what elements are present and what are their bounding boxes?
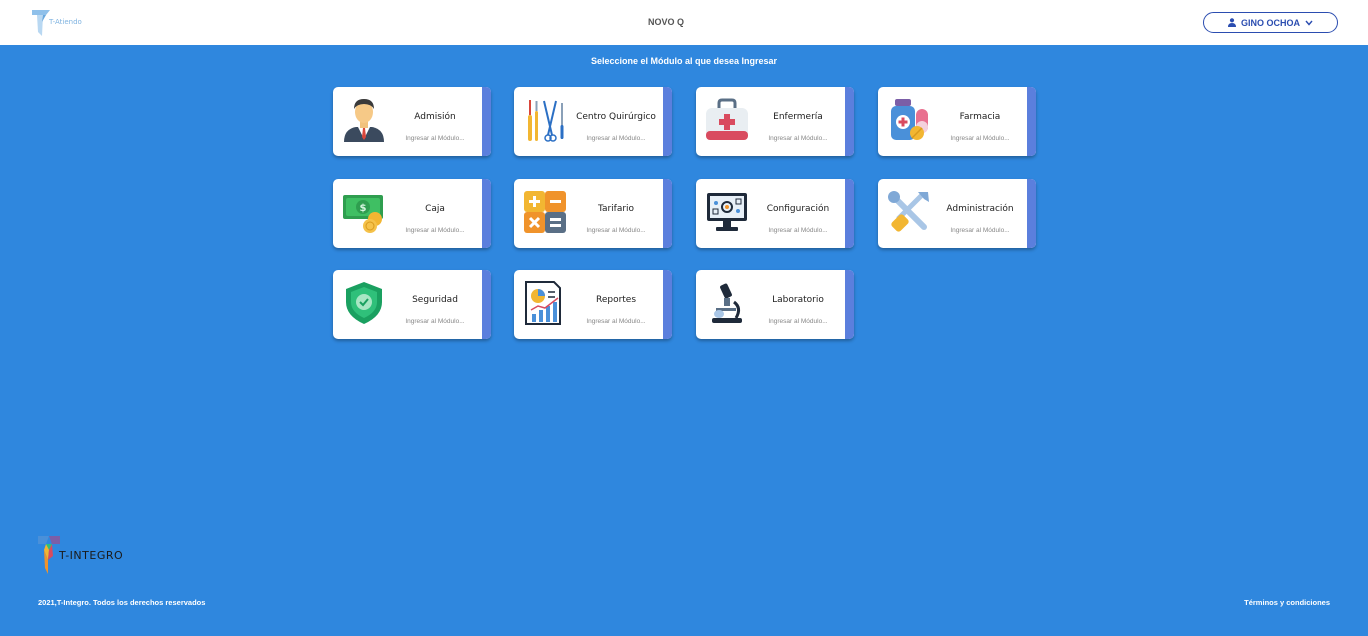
module-card-seguridad[interactable]: Seguridad Ingresar al Módulo... <box>333 270 491 339</box>
module-title: Admisión <box>414 112 456 122</box>
user-icon <box>1227 18 1236 27</box>
chevron-down-icon <box>1305 20 1313 26</box>
report-icon <box>525 281 561 325</box>
money-icon: $ <box>343 195 383 233</box>
module-title: Tarifario <box>597 204 635 214</box>
card-accent-stripe <box>1027 179 1036 248</box>
card-accent-stripe <box>482 179 491 248</box>
module-card-reportes[interactable]: Reportes Ingresar al Módulo... <box>514 270 672 339</box>
module-card-administracion[interactable]: Administración Ingresar al Módulo... <box>878 179 1036 248</box>
module-card-centro-quirurgico[interactable]: Centro Quirúrgico Ingresar al Módulo... <box>514 87 672 156</box>
module-card-admision[interactable]: Admisión Ingresar al Módulo... <box>333 87 491 156</box>
module-title: Reportes <box>595 295 637 305</box>
module-instruction: Seleccione el Módulo al que desea Ingres… <box>590 56 778 66</box>
card-accent-stripe <box>845 179 854 248</box>
module-subtitle: Ingresar al Módulo... <box>586 318 646 325</box>
module-subtitle: Ingresar al Módulo... <box>586 135 646 142</box>
module-subtitle: Ingresar al Módulo... <box>768 227 828 234</box>
module-card-configuracion[interactable]: Configuración Ingresar al Módulo... <box>696 179 854 248</box>
card-accent-stripe <box>482 87 491 156</box>
module-title: Laboratorio <box>772 295 824 305</box>
app-title: NOVO Q <box>647 17 684 27</box>
medicine-icon <box>891 99 928 140</box>
user-name: GINO OCHOA <box>1240 17 1300 28</box>
card-accent-stripe <box>663 270 672 339</box>
module-title: Farmacia <box>959 112 1001 122</box>
module-title: Centro Quirúrgico <box>576 112 656 122</box>
tools-icon <box>888 191 929 232</box>
module-subtitle: Ingresar al Módulo... <box>768 318 828 325</box>
module-subtitle: Ingresar al Módulo... <box>405 227 465 234</box>
terms-link[interactable]: Términos y condiciones <box>1244 598 1330 607</box>
module-card-enfermeria[interactable]: Enfermería Ingresar al Módulo... <box>696 87 854 156</box>
first-aid-kit-icon <box>706 98 748 140</box>
businessman-icon <box>344 99 384 142</box>
module-title: Caja <box>425 204 445 214</box>
card-accent-stripe <box>1027 87 1036 156</box>
module-subtitle: Ingresar al Módulo... <box>768 135 828 142</box>
module-subtitle: Ingresar al Módulo... <box>405 318 465 325</box>
svg-text:$: $ <box>360 203 367 214</box>
module-title: Configuración <box>766 204 830 214</box>
t-integro-logo-icon <box>38 536 60 574</box>
surgical-tools-icon <box>528 100 564 142</box>
brand-name: T-INTEGRO <box>59 549 124 562</box>
card-accent-stripe <box>845 270 854 339</box>
top-bar: T-Atiendo NOVO Q GINO OCHOA <box>0 0 1368 45</box>
card-accent-stripe <box>663 179 672 248</box>
card-accent-stripe <box>845 87 854 156</box>
module-title: Seguridad <box>412 295 458 305</box>
shield-icon <box>346 282 382 324</box>
module-subtitle: Ingresar al Módulo... <box>950 135 1010 142</box>
card-accent-stripe <box>482 270 491 339</box>
t-integro-logo: T-INTEGRO <box>38 536 138 578</box>
user-menu-button[interactable]: GINO OCHOA <box>1203 12 1338 33</box>
calculator-icon <box>524 191 566 233</box>
module-card-tarifario[interactable]: Tarifario Ingresar al Módulo... <box>514 179 672 248</box>
module-card-farmacia[interactable]: Farmacia Ingresar al Módulo... <box>878 87 1036 156</box>
computer-settings-icon <box>707 193 747 231</box>
module-subtitle: Ingresar al Módulo... <box>950 227 1010 234</box>
microscope-icon <box>712 283 742 323</box>
copyright-text: 2021,T-Integro. Todos los derechos reser… <box>38 598 206 607</box>
module-card-caja[interactable]: $ Caja Ingresar al Módulo... <box>333 179 491 248</box>
module-title: Administración <box>946 204 1014 214</box>
module-subtitle: Ingresar al Módulo... <box>405 135 465 142</box>
module-subtitle: Ingresar al Módulo... <box>586 227 646 234</box>
module-title: Enfermería <box>773 112 823 122</box>
card-accent-stripe <box>663 87 672 156</box>
module-card-laboratorio[interactable]: Laboratorio Ingresar al Módulo... <box>696 270 854 339</box>
